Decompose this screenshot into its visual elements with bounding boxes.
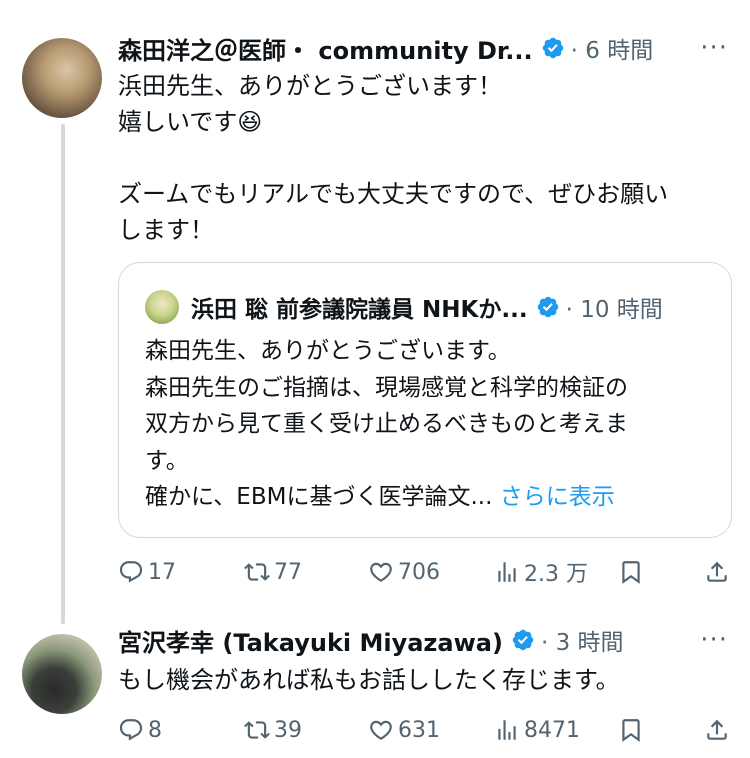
time-label: 10 時間 xyxy=(580,297,663,323)
reply-count: 8 xyxy=(148,717,162,743)
tweet-actions: 17 77 706 2.3 万 xyxy=(118,552,730,592)
more-options-icon[interactable]: ··· xyxy=(700,620,728,660)
bookmark-icon xyxy=(622,719,640,742)
views-icon xyxy=(498,562,516,582)
share-button[interactable] xyxy=(704,552,734,592)
author-name: 浜田 聡 前参議院議員 NHKか... xyxy=(191,297,528,323)
retweet-button[interactable]: 39 xyxy=(244,710,302,750)
bookmark-button[interactable] xyxy=(618,552,648,592)
retweet-count: 39 xyxy=(274,717,302,743)
reply-icon xyxy=(119,719,143,741)
views-button[interactable]: 8471 xyxy=(494,710,580,750)
like-button[interactable]: 631 xyxy=(368,710,440,750)
quoted-text-line: 確かに、EBMに基づく医学論文... さらに表示 xyxy=(145,479,711,516)
share-button[interactable] xyxy=(704,710,734,750)
quoted-text-line: す。 xyxy=(145,447,189,474)
tweet-text: もし機会があれば私もお話ししたく存じます。 xyxy=(118,662,726,698)
bookmark-icon xyxy=(622,561,640,584)
author-name[interactable]: 森田洋之＠医師・ community Dr... xyxy=(118,31,533,66)
tweet-text: 浜田先生、ありがとうございます！ 嬉しいです😆 ズームでもリアルでも大丈夫ですの… xyxy=(118,68,726,248)
quoted-text-line: 森田先生、ありがとうございます。 xyxy=(145,338,511,364)
quoted-tweet-card[interactable]: 浜田 聡 前参議院議員 NHKか... · 10 時間 森田先生、ありがとうござ… xyxy=(118,262,732,538)
reply-count: 17 xyxy=(148,559,176,585)
reply-button[interactable]: 8 xyxy=(118,710,162,750)
reply-button[interactable]: 17 xyxy=(118,552,176,592)
avatar[interactable] xyxy=(22,634,102,714)
views-button[interactable]: 2.3 万 xyxy=(494,552,588,592)
retweet-icon xyxy=(244,563,270,581)
bookmark-button[interactable] xyxy=(618,710,648,750)
retweet-icon xyxy=(244,721,270,739)
retweet-button[interactable]: 77 xyxy=(244,552,302,592)
tweet-text-line: 浜田先生、ありがとうございます！ xyxy=(118,72,502,100)
tweet-header: 森田洋之＠医師・ community Dr... · 6 時間 ··· xyxy=(118,28,728,68)
tweet-time[interactable]: · 6 時間 xyxy=(571,31,654,65)
avatar xyxy=(145,290,179,324)
tweet-header: 宮沢孝幸 (Takayuki Miyazawa) · 3 時間 ··· xyxy=(118,620,728,660)
tweet-text-line: します！ xyxy=(118,216,214,244)
tweet-time: · 10 時間 xyxy=(565,297,663,323)
tweet-text-line: もし機会があれば私もお話ししたく存じます。 xyxy=(118,666,620,694)
view-count: 8471 xyxy=(524,717,580,743)
tweet-text-line xyxy=(118,140,726,176)
share-icon xyxy=(707,719,727,740)
author-name[interactable]: 宮沢孝幸 (Takayuki Miyazawa) xyxy=(118,623,503,658)
quoted-text-line: 双方から見て重く受け止めるべきものと考えま xyxy=(145,411,628,437)
heart-icon xyxy=(370,720,392,740)
like-button[interactable]: 706 xyxy=(368,552,440,592)
tweet-time[interactable]: · 3 時間 xyxy=(541,623,624,657)
heart-icon xyxy=(370,562,392,582)
view-count: 2.3 万 xyxy=(524,562,588,587)
tweet-actions: 8 39 631 8471 xyxy=(118,710,730,750)
verified-badge-icon xyxy=(511,628,535,652)
show-more-link[interactable]: さらに表示 xyxy=(500,484,615,510)
quoted-tweet-header: 浜田 聡 前参議院議員 NHKか... · 10 時間 xyxy=(145,289,707,325)
tweet-text-line: ズームでもリアルでも大丈夫ですので、ぜひお願い xyxy=(118,180,669,208)
like-count: 631 xyxy=(398,717,440,743)
verified-badge-icon xyxy=(541,36,565,60)
truncated-text: 確かに、EBMに基づく医学論文... xyxy=(145,484,493,510)
more-options-icon[interactable]: ··· xyxy=(700,28,728,68)
verified-badge-icon xyxy=(536,295,560,319)
retweet-count: 77 xyxy=(274,559,302,585)
time-label: 3 時間 xyxy=(555,630,624,656)
avatar[interactable] xyxy=(22,38,102,118)
tweet-text-line: 嬉しいです😆 xyxy=(118,108,263,136)
share-icon xyxy=(707,561,727,582)
reply-icon xyxy=(119,561,143,583)
views-icon xyxy=(498,720,516,740)
quoted-tweet-text: 森田先生、ありがとうございます。 森田先生のご指摘は、現場感覚と科学的検証の 双… xyxy=(145,333,711,516)
like-count: 706 xyxy=(398,559,440,585)
quoted-text-line: 森田先生のご指摘は、現場感覚と科学的検証の xyxy=(145,374,628,401)
tweet[interactable]: 森田洋之＠医師・ community Dr... · 6 時間 ··· 浜田先生… xyxy=(0,0,750,620)
time-label: 6 時間 xyxy=(585,38,654,64)
